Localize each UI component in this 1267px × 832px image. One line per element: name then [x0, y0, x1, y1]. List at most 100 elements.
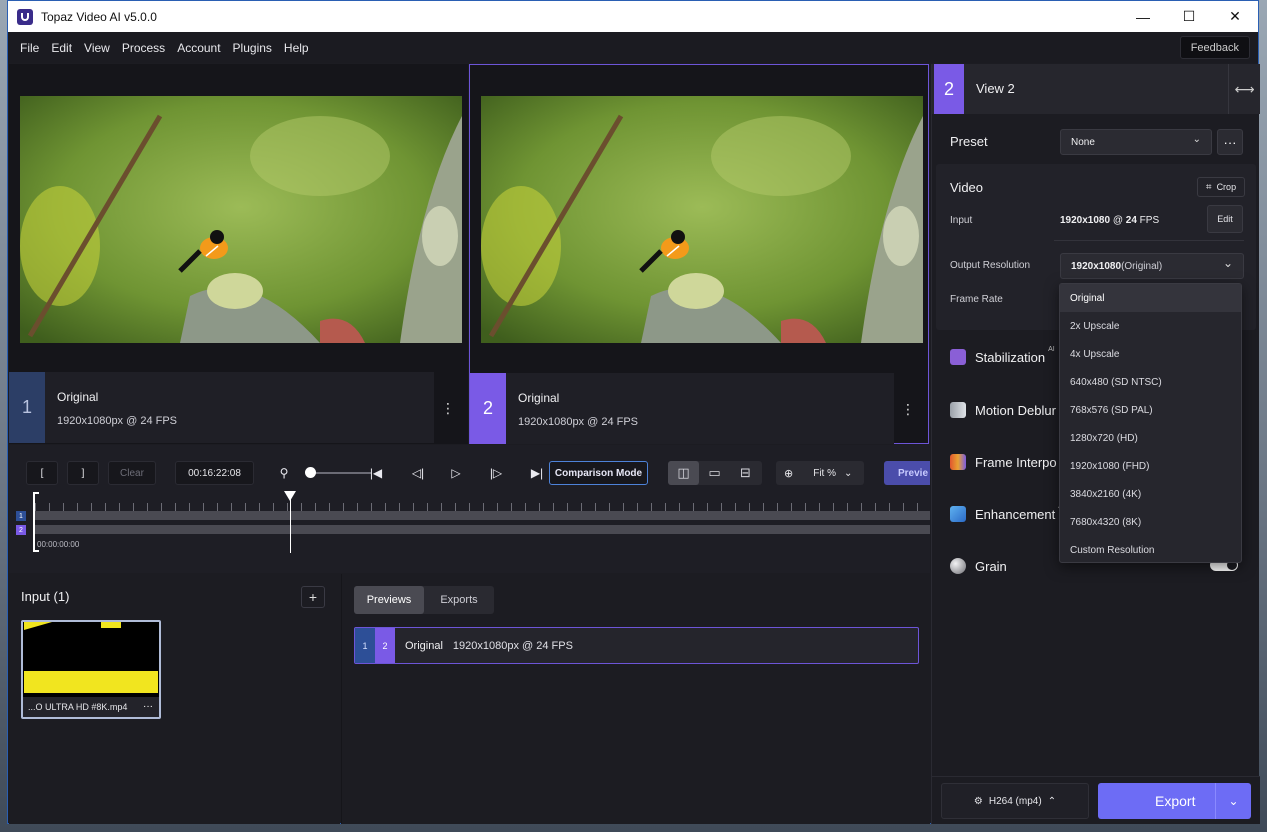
preview-list-item[interactable]: 1 2 Original 1920x1080px @ 24 FPS: [354, 627, 919, 664]
feature-label: Frame Interpo: [975, 454, 1057, 470]
preview-subtitle: 1920x1080px @ 24 FPS: [452, 639, 573, 652]
next-frame-icon[interactable]: |▷: [486, 463, 506, 483]
option-custom-resolution[interactable]: Custom Resolution: [1060, 536, 1241, 564]
close-button[interactable]: ✕: [1212, 1, 1258, 32]
input-resolution-value: 1920x1080 @ 24 FPS: [1060, 215, 1159, 226]
output-resolution-label: Output Resolution: [950, 260, 1031, 271]
more-options-icon[interactable]: ⋮: [438, 400, 458, 417]
menu-view[interactable]: View: [78, 41, 116, 55]
timeline-track-2[interactable]: [35, 525, 930, 534]
tab-exports[interactable]: Exports: [424, 586, 494, 614]
video-frame-2: [481, 96, 923, 343]
clear-button[interactable]: Clear: [108, 461, 156, 485]
option-7680x4320[interactable]: 7680x4320 (8K): [1060, 508, 1241, 536]
menu-plugins[interactable]: Plugins: [227, 41, 278, 55]
output-resolution-select[interactable]: 1920x1080 (Original) ⌄: [1060, 253, 1244, 279]
gear-icon: ⚙: [973, 795, 983, 807]
option-3840x2160[interactable]: 3840x2160 (4K): [1060, 480, 1241, 508]
more-options-icon[interactable]: ⋮: [898, 401, 918, 418]
feature-stabilization[interactable]: Stabilization AI: [950, 346, 1055, 368]
previous-frame-icon[interactable]: ◁|: [408, 463, 428, 483]
edit-button[interactable]: Edit: [1207, 205, 1243, 233]
export-options-chevron-icon[interactable]: ⌄: [1215, 783, 1251, 819]
feature-motion-deblur[interactable]: Motion Deblur: [950, 399, 1056, 421]
menu-process[interactable]: Process: [116, 41, 171, 55]
option-768x576[interactable]: 768x576 (SD PAL): [1060, 396, 1241, 424]
video-label: Video: [950, 180, 984, 195]
menu-bar: File Edit View Process Account Plugins H…: [8, 32, 1258, 63]
zoom-value: Fit %: [813, 467, 836, 479]
zoom-slider-track[interactable]: [311, 472, 371, 474]
ai-badge: AI: [1048, 346, 1055, 353]
skip-to-end-icon[interactable]: ▶|: [527, 463, 547, 483]
output-resolution-note: (Original): [1121, 260, 1163, 272]
menu-help[interactable]: Help: [278, 41, 315, 55]
mark-out-button[interactable]: ]: [67, 461, 99, 485]
file-more-button[interactable]: ···: [143, 701, 153, 712]
input-title: Input (1): [21, 589, 70, 604]
export-button[interactable]: Export ⌄: [1098, 783, 1251, 819]
menu-account[interactable]: Account: [171, 41, 226, 55]
skip-to-start-icon[interactable]: |◀: [366, 463, 386, 483]
track-2-label: 2: [16, 525, 26, 535]
preview-pane-2[interactable]: 2 Original 1920x1080px @ 24 FPS ⋮: [469, 64, 929, 444]
comparison-mode-button[interactable]: Comparison Mode: [549, 461, 648, 485]
feature-label: Enhancement: [975, 506, 1056, 522]
side-by-side-icon[interactable]: ◫: [668, 461, 699, 485]
menu-edit[interactable]: Edit: [45, 41, 78, 55]
preview-pane-1[interactable]: 1 Original 1920x1080px @ 24 FPS ⋮: [9, 64, 468, 444]
option-4x-upscale[interactable]: 4x Upscale: [1060, 340, 1241, 368]
option-1920x1080[interactable]: 1920x1080 (FHD): [1060, 452, 1241, 480]
frame-rate-label: Frame Rate: [950, 294, 1003, 305]
view-number-badge: 2: [470, 373, 506, 444]
maximize-button[interactable]: ☐: [1166, 1, 1212, 32]
playhead-line[interactable]: [290, 499, 291, 553]
preview-title: Original: [405, 639, 443, 652]
divider: [1054, 240, 1244, 241]
zoom-select[interactable]: ⊕ Fit % ⌄: [776, 461, 864, 485]
export-bar: ⚙ H264 (mp4) ⌃ Export ⌄: [932, 776, 1260, 824]
timecode-field[interactable]: 00:16:22:08: [175, 461, 254, 485]
grain-icon: [950, 558, 966, 574]
zoom-slider-knob[interactable]: [305, 467, 316, 478]
split-view-icon[interactable]: ⊟: [730, 461, 761, 485]
preset-select[interactable]: None ⌄: [1060, 129, 1212, 155]
crop-button[interactable]: ⌗ Crop: [1197, 177, 1245, 197]
timeline-track-1[interactable]: [35, 511, 930, 520]
tab-previews[interactable]: Previews: [354, 586, 424, 614]
option-1280x720[interactable]: 1280x720 (HD): [1060, 424, 1241, 452]
feature-enhancement[interactable]: Enhancement A: [950, 503, 1063, 525]
view-number-badge: 1: [9, 372, 45, 443]
codec-select-button[interactable]: ⚙ H264 (mp4) ⌃: [941, 783, 1089, 819]
preview-button[interactable]: Previe: [884, 461, 930, 485]
option-original[interactable]: Original: [1060, 284, 1241, 312]
minimize-button[interactable]: —: [1120, 1, 1166, 32]
pane-2-info: 2 Original 1920x1080px @ 24 FPS ⋮: [470, 373, 915, 444]
preset-more-button[interactable]: ···: [1217, 129, 1243, 155]
previews-panel: Previews Exports 1 2 Original 1920x1080p…: [341, 574, 930, 824]
input-fps-unit: FPS: [1136, 215, 1160, 226]
view-header: 2 View 2 ⟷: [932, 64, 1260, 114]
title-bar: Topaz Video AI v5.0.0 — ☐ ✕: [8, 1, 1258, 32]
stabilization-icon: [950, 349, 966, 365]
option-2x-upscale[interactable]: 2x Upscale: [1060, 312, 1241, 340]
input-panel: Input (1) + ...O ULTRA HD #8K.mp4 ···: [9, 574, 340, 824]
feature-grain[interactable]: Grain: [950, 555, 1007, 577]
single-view-icon[interactable]: ▭: [699, 461, 730, 485]
search-icon[interactable]: ⚲: [274, 463, 294, 483]
timeline[interactable]: 1 2 00:00:00:00: [9, 491, 930, 555]
feature-frame-interpolation[interactable]: Frame Interpo: [950, 451, 1057, 473]
controls-row: [ ] Clear 00:16:22:08 ⚲ |◀ ◁| ▷ |▷ ▶| Co…: [9, 461, 930, 485]
option-640x480[interactable]: 640x480 (SD NTSC): [1060, 368, 1241, 396]
playhead-handle[interactable]: [284, 491, 296, 501]
preset-label: Preset: [950, 134, 988, 149]
input-file-thumbnail[interactable]: ...O ULTRA HD #8K.mp4 ···: [21, 620, 161, 719]
chevron-down-icon: ⌄: [1192, 134, 1201, 145]
add-input-button[interactable]: +: [301, 586, 325, 608]
thumbnail-graphic: [24, 622, 52, 630]
play-icon[interactable]: ▷: [446, 463, 466, 483]
mark-in-button[interactable]: [: [26, 461, 58, 485]
menu-file[interactable]: File: [14, 41, 45, 55]
feedback-button[interactable]: Feedback: [1179, 36, 1250, 59]
swap-views-icon[interactable]: ⟷: [1228, 64, 1260, 114]
